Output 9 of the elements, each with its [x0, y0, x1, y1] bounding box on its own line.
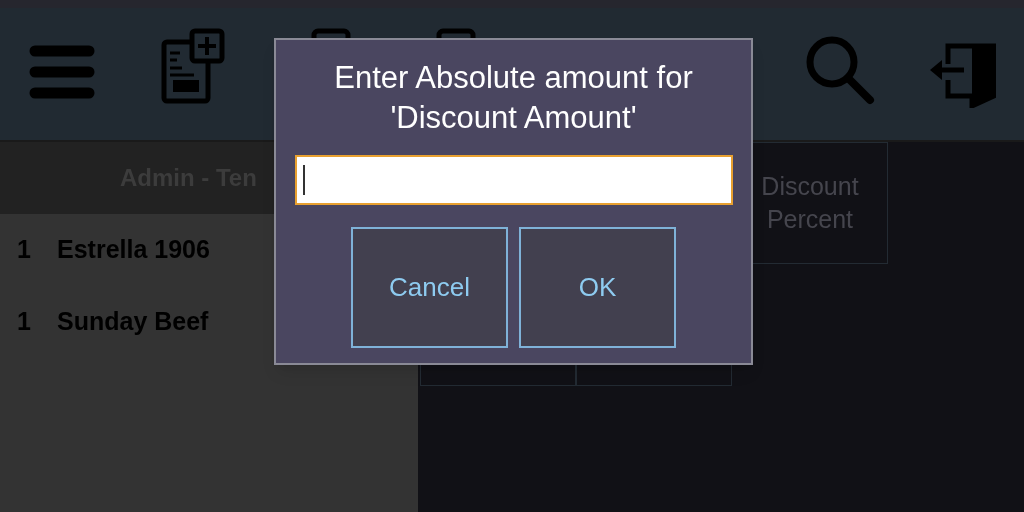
- toolbar-icon[interactable]: [311, 28, 351, 38]
- search-icon[interactable]: [804, 34, 876, 106]
- menu-icon[interactable]: [29, 44, 95, 100]
- ok-button[interactable]: OK: [519, 227, 676, 348]
- amount-input-field[interactable]: [294, 155, 733, 205]
- new-tab-icon[interactable]: [161, 28, 227, 104]
- dialog-title: Enter Absolute amount for 'Discount Amount': [333, 59, 694, 137]
- cancel-button[interactable]: Cancel: [351, 227, 508, 348]
- toolbar-icon[interactable]: [436, 28, 476, 38]
